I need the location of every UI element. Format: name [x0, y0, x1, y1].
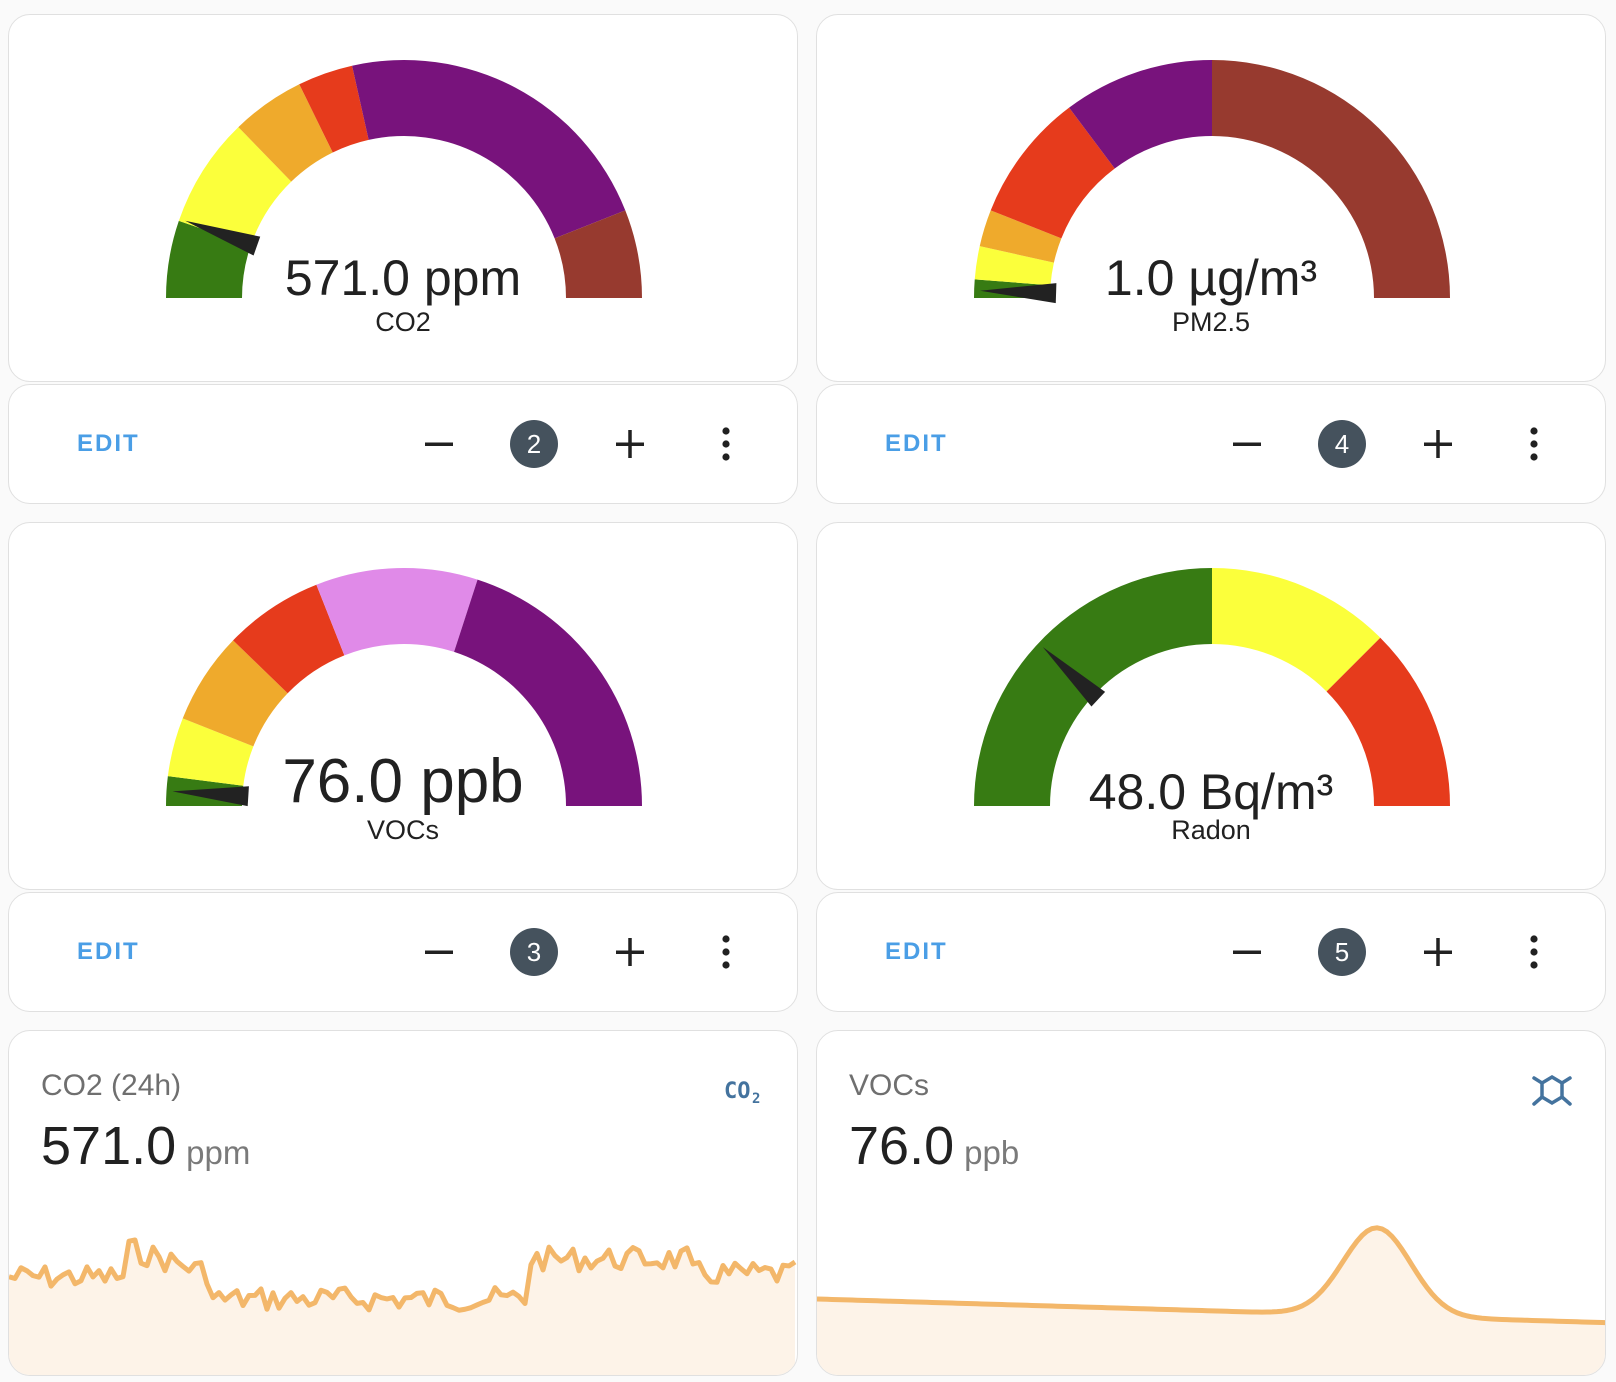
more-menu-button[interactable] [1509, 419, 1559, 469]
more-vertical-icon [722, 427, 730, 461]
svg-text:2: 2 [752, 1091, 760, 1105]
plus-icon [1424, 430, 1452, 458]
more-menu-button[interactable] [701, 927, 751, 977]
gauge-name: CO2 [375, 307, 431, 337]
increase-button[interactable] [605, 927, 655, 977]
decrease-button[interactable] [1222, 927, 1272, 977]
card-controls-radon: EDIT 5 [816, 892, 1606, 1012]
gauge-card-radon[interactable]: 48.0 Bq/m³ Radon [816, 522, 1606, 890]
more-vertical-icon [1530, 935, 1538, 969]
minus-icon [1233, 442, 1261, 446]
svg-text:CO: CO [724, 1079, 751, 1104]
decrease-button[interactable] [414, 927, 464, 977]
minus-icon [425, 950, 453, 954]
more-vertical-icon [1530, 427, 1538, 461]
sensor-title: VOCs [849, 1069, 930, 1102]
plus-icon [1424, 938, 1452, 966]
sensor-title: CO2 (24h) [41, 1069, 182, 1102]
decrease-button[interactable] [414, 419, 464, 469]
sensor-value: 76.0 [849, 1116, 955, 1176]
minus-icon [425, 442, 453, 446]
sensor-unit: ppb [964, 1134, 1020, 1171]
gauge-name: VOCs [366, 815, 439, 845]
more-menu-button[interactable] [1509, 927, 1559, 977]
gauge-value: 571.0 ppm [284, 250, 522, 306]
edit-button[interactable]: EDIT [885, 430, 948, 458]
gauge-value: 76.0 ppb [282, 747, 524, 816]
gauge-name: Radon [1171, 815, 1251, 845]
increase-button[interactable] [1413, 419, 1463, 469]
sensor-unit: ppm [186, 1134, 251, 1171]
edit-button[interactable]: EDIT [885, 938, 948, 966]
edit-button[interactable]: EDIT [77, 430, 140, 458]
increase-button[interactable] [605, 419, 655, 469]
card-controls-co2: EDIT 2 [8, 384, 798, 504]
card-controls-pm25: EDIT 4 [816, 384, 1606, 504]
gauge-card-vocs[interactable]: 76.0 ppb VOCs [8, 522, 798, 890]
gauge-segment [316, 568, 478, 656]
sensor-card-co2[interactable]: CO2 (24h) 571.0 ppm CO 2 [8, 1030, 798, 1376]
sensor-card-vocs[interactable]: VOCs 76.0 ppb [816, 1030, 1606, 1376]
sensor-history-graph [817, 1225, 1605, 1375]
more-menu-button[interactable] [701, 419, 751, 469]
card-controls-vocs: EDIT 3 [8, 892, 798, 1012]
position-badge: 3 [510, 928, 558, 976]
edit-button[interactable]: EDIT [77, 938, 140, 966]
gauge-value: 48.0 Bq/m³ [1088, 764, 1334, 820]
position-badge: 5 [1318, 928, 1366, 976]
minus-icon [1233, 950, 1261, 954]
position-badge: 2 [510, 420, 558, 468]
position-badge: 4 [1318, 420, 1366, 468]
gauge-name: PM2.5 [1171, 307, 1251, 337]
increase-button[interactable] [1413, 927, 1463, 977]
sensor-value: 571.0 [41, 1116, 177, 1176]
gauge-card-co2[interactable]: 571.0 ppm CO2 [8, 14, 798, 382]
more-vertical-icon [722, 935, 730, 969]
gauge-value: 1.0 µg/m³ [1104, 250, 1318, 306]
gauge-segment [352, 59, 626, 239]
sensor-state: 571.0 ppm [41, 1119, 250, 1173]
decrease-button[interactable] [1222, 419, 1272, 469]
plus-icon [616, 938, 644, 966]
gauge-card-pm25[interactable]: 1.0 µg/m³ PM2.5 [816, 14, 1606, 382]
plus-icon [616, 430, 644, 458]
sensor-history-graph [9, 1237, 797, 1375]
co2-icon: CO 2 [724, 1079, 760, 1105]
molecule-icon [1532, 1074, 1572, 1106]
sensor-state: 76.0 ppb [849, 1119, 1019, 1173]
